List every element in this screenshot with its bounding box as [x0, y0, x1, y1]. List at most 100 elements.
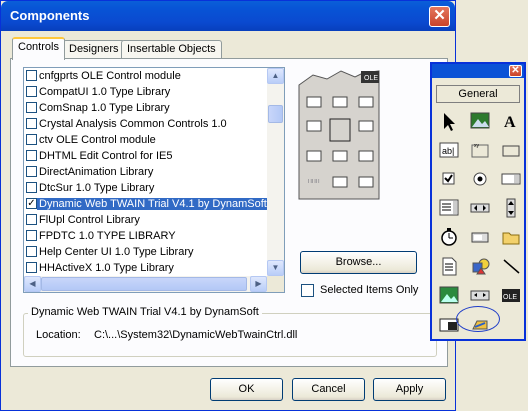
option-button-icon[interactable] [467, 166, 491, 190]
toolbox-close-icon[interactable]: ✕ [509, 65, 522, 77]
toolbox-window: ✕ General Aab| xy OLE [430, 62, 526, 341]
scroll-thumb[interactable] [41, 277, 247, 291]
cancel-label: Cancel [311, 383, 346, 395]
shape-icon[interactable] [467, 253, 491, 277]
selected-component-group: Dynamic Web TWAIN Trial V4.1 by DynamSof… [23, 306, 437, 357]
tab-label: Designers [69, 43, 119, 55]
list-item-label: CompatUI 1.0 Type Library [39, 86, 171, 98]
list-item-label: Crystal Analysis Common Controls 1.0 [39, 118, 227, 130]
svg-text:OLE: OLE [364, 75, 378, 82]
tab-label: Controls [18, 41, 59, 53]
components-list[interactable]: cnfgprts OLE Control module CompatUI 1.0 … [23, 67, 285, 293]
file-list-icon[interactable] [436, 253, 460, 277]
dir-list-icon[interactable] [498, 224, 522, 248]
components-dialog: Components ✕ Controls Designers Insertab… [0, 0, 456, 411]
checkbox-icon[interactable] [436, 166, 460, 190]
data-icon[interactable] [467, 282, 491, 306]
scroll-down-icon[interactable]: ▼ [267, 260, 284, 276]
list-item-checkbox[interactable]: ✓ [26, 198, 37, 209]
list-item[interactable]: FlUpl Control Library [24, 212, 267, 228]
list-item-checkbox[interactable] [26, 214, 37, 225]
list-item-label: DirectAnimation Library [39, 166, 154, 178]
svg-text:xy: xy [474, 143, 480, 149]
list-item-checkbox[interactable] [26, 102, 37, 113]
tab-designers[interactable]: Designers [63, 40, 125, 59]
label-icon[interactable]: A [498, 108, 522, 132]
tab-controls[interactable]: Controls [12, 37, 65, 60]
toolbox-title-bar[interactable]: ✕ [432, 64, 524, 78]
list-item-label: FlUpl Control Library [39, 214, 140, 226]
list-item[interactable]: ctv OLE Control module [24, 132, 267, 148]
pointer-icon[interactable] [436, 108, 460, 132]
ok-label: OK [238, 383, 255, 395]
list-item-label: HHActiveX 1.0 Type Library [39, 262, 174, 274]
ok-button[interactable]: OK [210, 378, 283, 401]
drive-list-icon[interactable] [467, 224, 491, 248]
apply-button[interactable]: Apply [373, 378, 446, 401]
list-item-checkbox[interactable] [26, 246, 37, 257]
list-item[interactable]: Crystal Analysis Common Controls 1.0 [24, 116, 267, 132]
general-label: General [458, 88, 498, 100]
list-item[interactable]: CompatUI 1.0 Type Library [24, 84, 267, 100]
vscrollbar-icon[interactable] [498, 195, 522, 219]
checkbox-box[interactable] [301, 284, 314, 297]
combobox-icon[interactable] [498, 166, 522, 190]
group-title: Dynamic Web TWAIN Trial V4.1 by DynamSof… [28, 306, 262, 318]
scroll-left-icon[interactable]: ◀ [24, 276, 41, 292]
svg-text:ab|: ab| [442, 146, 454, 156]
list-item[interactable]: FPDTC 1.0 TYPE LIBRARY [24, 228, 267, 244]
frame-icon[interactable]: xy [467, 137, 491, 161]
browse-button[interactable]: Browse... [300, 251, 417, 274]
list-item[interactable]: DtcSur 1.0 Type Library [24, 180, 267, 196]
list-item-label: ctv OLE Control module [39, 134, 156, 146]
list-item[interactable]: DirectAnimation Library [24, 164, 267, 180]
list-item-label: ComSnap 1.0 Type Library [39, 102, 170, 114]
horizontal-scrollbar[interactable]: ◀ ▶ [24, 276, 267, 292]
list-item[interactable]: HHActiveX 1.0 Type Library [24, 260, 267, 276]
ole-icon[interactable]: OLE [498, 282, 522, 306]
list-item[interactable]: DHTML Edit Control for IE5 [24, 148, 267, 164]
textbox-icon[interactable]: ab| [436, 137, 460, 161]
list-item-checkbox[interactable] [26, 70, 37, 81]
title-bar[interactable]: Components ✕ [1, 1, 455, 31]
tab-label: Insertable Objects [127, 43, 216, 55]
tab-insertable-objects[interactable]: Insertable Objects [121, 40, 222, 59]
scroll-thumb[interactable] [268, 105, 283, 123]
close-icon[interactable]: ✕ [429, 6, 450, 27]
image-icon[interactable] [436, 282, 460, 306]
scroll-up-icon[interactable]: ▲ [267, 68, 284, 84]
picture-box-icon[interactable] [467, 108, 491, 132]
list-item[interactable]: Help Center UI 1.0 Type Library [24, 244, 267, 260]
vertical-scrollbar[interactable]: ▲ ▼ [267, 68, 284, 276]
list-item[interactable]: ✓ Dynamic Web TWAIN Trial V4.1 by DynamSo… [24, 196, 267, 212]
apply-label: Apply [395, 383, 424, 395]
list-item-checkbox[interactable] [26, 166, 37, 177]
svg-text:A: A [504, 114, 516, 131]
list-item-checkbox[interactable] [26, 134, 37, 145]
toolbox-general-tab[interactable]: General [436, 85, 520, 103]
listbox-icon[interactable] [436, 195, 460, 219]
browse-label: Browse... [335, 256, 382, 268]
list-item-checkbox[interactable] [26, 262, 37, 273]
list-item[interactable]: cnfgprts OLE Control module [24, 68, 267, 84]
controls-preview-graphic: OLE ∷∷∷ [298, 70, 380, 200]
command-button-icon[interactable] [498, 137, 522, 161]
list-item-checkbox[interactable] [26, 150, 37, 161]
highlight-ellipse [456, 306, 500, 332]
list-item-checkbox[interactable] [26, 230, 37, 241]
location-value: C:\...\System32\DynamicWebTwainCtrl.dll [94, 329, 298, 341]
list-item-label: Help Center UI 1.0 Type Library [39, 246, 194, 258]
hscrollbar-icon[interactable] [467, 195, 491, 219]
cancel-button[interactable]: Cancel [292, 378, 365, 401]
scroll-corner [267, 276, 284, 292]
list-item-checkbox[interactable] [26, 86, 37, 97]
svg-text:∷∷∷: ∷∷∷ [308, 179, 320, 185]
list-item-checkbox[interactable] [26, 118, 37, 129]
list-item-checkbox[interactable] [26, 182, 37, 193]
scroll-right-icon[interactable]: ▶ [250, 276, 267, 292]
list-item-label: DtcSur 1.0 Type Library [39, 182, 155, 194]
timer-icon[interactable] [436, 224, 460, 248]
list-item[interactable]: ComSnap 1.0 Type Library [24, 100, 267, 116]
line-icon[interactable] [498, 253, 522, 277]
location-label: Location: [36, 329, 81, 341]
